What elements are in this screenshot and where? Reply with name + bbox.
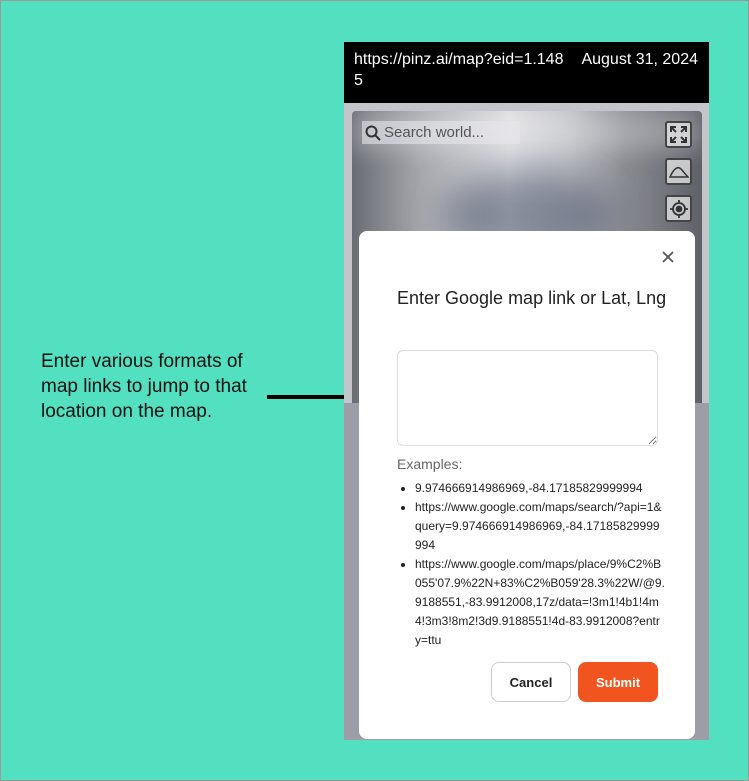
example-item: 9.974666914986969,-84.17185829999994 [415, 479, 665, 498]
search-icon [365, 125, 381, 141]
search-placeholder: Search world... [384, 124, 485, 141]
browser-bar: https://pinz.ai/map?eid=1.1485 August 31… [344, 42, 709, 103]
fullscreen-icon [670, 126, 687, 143]
annotation-text: Enter various formats of map links to ju… [41, 351, 247, 422]
locate-icon [669, 199, 688, 218]
map-link-dialog: Enter Google map link or Lat, Lng Exampl… [359, 231, 695, 739]
terrain-icon [668, 166, 689, 178]
url-text: https://pinz.ai/map?eid=1.1485 [354, 51, 564, 89]
examples-list: 9.974666914986969,-84.17185829999994 htt… [415, 479, 665, 650]
fullscreen-button[interactable] [665, 121, 692, 148]
date-text: August 31, 2024 [581, 51, 698, 68]
terrain-button[interactable] [665, 158, 692, 185]
close-icon[interactable] [659, 248, 677, 266]
locate-button[interactable] [665, 195, 692, 222]
map-link-input[interactable] [397, 350, 658, 446]
cancel-button[interactable]: Cancel [491, 662, 571, 702]
map-search-input[interactable]: Search world... [362, 121, 520, 144]
examples-label: Examples: [397, 456, 463, 472]
submit-button[interactable]: Submit [578, 662, 658, 702]
example-item: https://www.google.com/maps/place/9%C2%B… [415, 555, 665, 650]
example-item: https://www.google.com/maps/search/?api=… [415, 498, 665, 555]
dialog-title: Enter Google map link or Lat, Lng [397, 288, 667, 308]
